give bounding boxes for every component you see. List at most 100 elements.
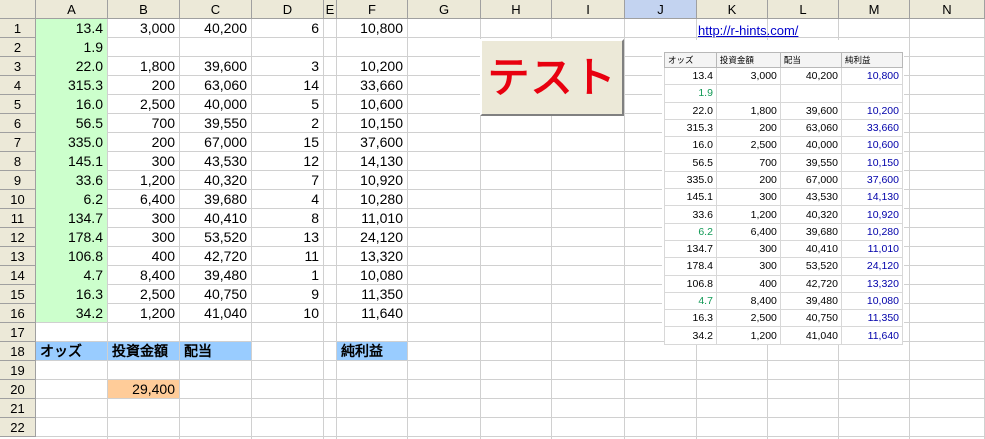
cell-payout[interactable]: 40,000 — [180, 95, 251, 114]
column-header-b[interactable]: B — [108, 0, 180, 19]
cell-odds[interactable]: 4.7 — [36, 266, 107, 285]
cell-profit[interactable]: 10,280 — [337, 190, 407, 209]
column-header-m[interactable]: M — [839, 0, 910, 19]
cell-odds[interactable]: 315.3 — [36, 76, 107, 95]
cell-profit[interactable] — [337, 38, 407, 57]
row-header-12[interactable]: 12 — [0, 228, 36, 247]
cell-payout[interactable]: 63,060 — [180, 76, 251, 95]
cell-payout[interactable]: 40,320 — [180, 171, 251, 190]
total-bet-cell[interactable]: 29,400 — [108, 380, 179, 399]
cell-profit[interactable]: 11,350 — [337, 285, 407, 304]
row-header-19[interactable]: 19 — [0, 361, 36, 380]
cell-count[interactable]: 10 — [252, 304, 323, 323]
cell-bet[interactable]: 300 — [108, 209, 179, 228]
column-header-l[interactable]: L — [768, 0, 839, 19]
cell-odds[interactable]: 16.3 — [36, 285, 107, 304]
cell-count[interactable]: 6 — [252, 19, 323, 38]
row-header-2[interactable]: 2 — [0, 38, 36, 57]
row-header-5[interactable]: 5 — [0, 95, 36, 114]
cell-payout[interactable]: 67,000 — [180, 133, 251, 152]
cell-count[interactable]: 14 — [252, 76, 323, 95]
cell-bet[interactable]: 3,000 — [108, 19, 179, 38]
cell-odds[interactable]: 56.5 — [36, 114, 107, 133]
cell-bet[interactable]: 700 — [108, 114, 179, 133]
cell-bet[interactable]: 1,800 — [108, 57, 179, 76]
cell-bet[interactable]: 200 — [108, 133, 179, 152]
column-header-k[interactable]: K — [697, 0, 768, 19]
cell-profit[interactable]: 10,150 — [337, 114, 407, 133]
row-header-3[interactable]: 3 — [0, 57, 36, 76]
row-header-7[interactable]: 7 — [0, 133, 36, 152]
cell-profit[interactable]: 10,600 — [337, 95, 407, 114]
cell-profit[interactable]: 10,920 — [337, 171, 407, 190]
cell-count[interactable]: 8 — [252, 209, 323, 228]
cell-odds[interactable]: 178.4 — [36, 228, 107, 247]
cell-bet[interactable]: 200 — [108, 76, 179, 95]
cell-bet[interactable]: 300 — [108, 152, 179, 171]
row-header-1[interactable]: 1 — [0, 19, 36, 38]
cell-odds[interactable]: 134.7 — [36, 209, 107, 228]
cell-odds[interactable]: 34.2 — [36, 304, 107, 323]
column-header-e[interactable]: E — [324, 0, 337, 19]
cell-payout[interactable]: 39,550 — [180, 114, 251, 133]
cell-bet[interactable]: 400 — [108, 247, 179, 266]
select-all-corner[interactable] — [0, 0, 36, 19]
cell-odds[interactable]: 335.0 — [36, 133, 107, 152]
cell-count[interactable]: 4 — [252, 190, 323, 209]
row-header-16[interactable]: 16 — [0, 304, 36, 323]
cell-odds[interactable]: 33.6 — [36, 171, 107, 190]
cell-count[interactable]: 1 — [252, 266, 323, 285]
row-header-15[interactable]: 15 — [0, 285, 36, 304]
row-header-17[interactable]: 17 — [0, 323, 36, 342]
row-header-13[interactable]: 13 — [0, 247, 36, 266]
column-header-f[interactable]: F — [337, 0, 408, 19]
row-header-18[interactable]: 18 — [0, 342, 36, 361]
column-header-c[interactable]: C — [180, 0, 252, 19]
cell-payout[interactable]: 43,530 — [180, 152, 251, 171]
row-header-14[interactable]: 14 — [0, 266, 36, 285]
row-header-22[interactable]: 22 — [0, 418, 36, 437]
label-profit[interactable]: 純利益 — [337, 342, 407, 361]
cell-profit[interactable]: 24,120 — [337, 228, 407, 247]
cell-payout[interactable]: 42,720 — [180, 247, 251, 266]
cell-bet[interactable]: 2,500 — [108, 285, 179, 304]
cell-count[interactable]: 9 — [252, 285, 323, 304]
cell-odds[interactable]: 16.0 — [36, 95, 107, 114]
cell-count[interactable]: 12 — [252, 152, 323, 171]
cell-odds[interactable]: 1.9 — [36, 38, 107, 57]
cell-bet[interactable] — [108, 38, 179, 57]
row-header-8[interactable]: 8 — [0, 152, 36, 171]
cell-profit[interactable]: 37,600 — [337, 133, 407, 152]
row-header-11[interactable]: 11 — [0, 209, 36, 228]
cell-bet[interactable]: 1,200 — [108, 304, 179, 323]
cell-payout[interactable]: 40,200 — [180, 19, 251, 38]
cell-payout[interactable]: 39,600 — [180, 57, 251, 76]
column-header-i[interactable]: I — [552, 0, 625, 19]
cell-odds[interactable]: 13.4 — [36, 19, 107, 38]
column-header-h[interactable]: H — [481, 0, 552, 19]
cell-profit[interactable]: 11,640 — [337, 304, 407, 323]
cell-payout[interactable]: 40,410 — [180, 209, 251, 228]
row-header-6[interactable]: 6 — [0, 114, 36, 133]
cell-payout[interactable]: 53,520 — [180, 228, 251, 247]
label-bet[interactable]: 投資金額 — [108, 342, 179, 361]
cell-bet[interactable]: 1,200 — [108, 171, 179, 190]
column-header-j[interactable]: J — [625, 0, 697, 19]
cell-profit[interactable]: 33,660 — [337, 76, 407, 95]
cell-bet[interactable]: 2,500 — [108, 95, 179, 114]
cell-bet[interactable]: 6,400 — [108, 190, 179, 209]
cell-odds[interactable]: 6.2 — [36, 190, 107, 209]
cell-profit[interactable]: 13,320 — [337, 247, 407, 266]
column-header-d[interactable]: D — [252, 0, 324, 19]
cell-count[interactable]: 11 — [252, 247, 323, 266]
label-odds[interactable]: オッズ — [36, 342, 107, 361]
cell-count[interactable] — [252, 38, 323, 57]
cell-payout[interactable]: 39,680 — [180, 190, 251, 209]
cell-payout[interactable]: 41,040 — [180, 304, 251, 323]
column-header-n[interactable]: N — [910, 0, 985, 19]
cell-odds[interactable]: 22.0 — [36, 57, 107, 76]
column-header-g[interactable]: G — [408, 0, 481, 19]
test-button[interactable]: テスト — [480, 39, 624, 116]
cell-profit[interactable]: 10,080 — [337, 266, 407, 285]
row-header-20[interactable]: 20 — [0, 380, 36, 399]
